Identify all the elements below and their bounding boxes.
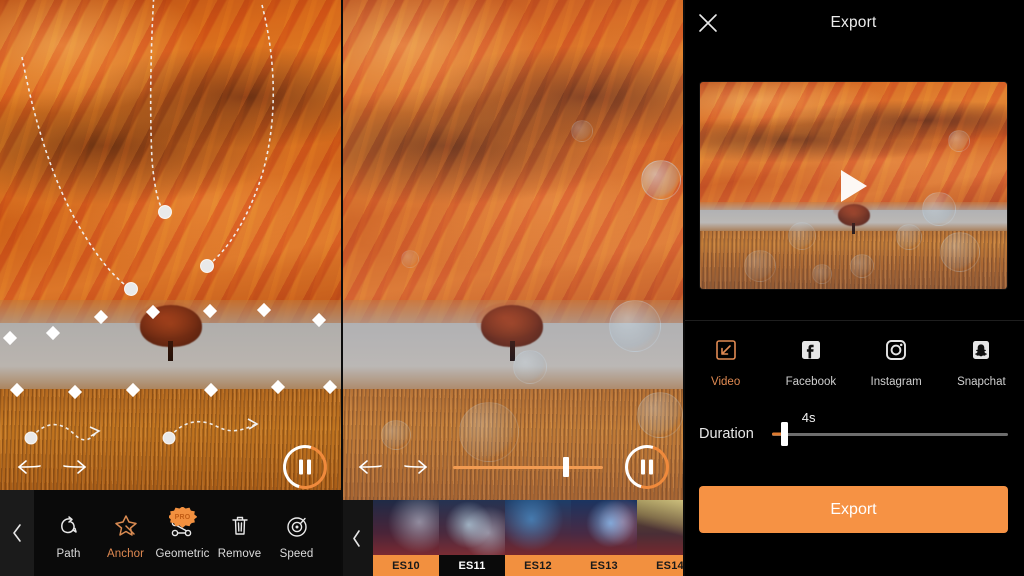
page-title: Export — [830, 14, 877, 31]
duration-track — [771, 432, 1008, 436]
export-header: Export — [683, 0, 1024, 46]
share-target-snapchat[interactable]: Snapchat — [939, 335, 1024, 388]
close-x-icon[interactable] — [695, 10, 721, 36]
panel-divider-1 — [341, 0, 343, 576]
progress-track — [453, 465, 603, 469]
tool-label: Remove — [217, 547, 262, 560]
export-button-label: Export — [830, 500, 877, 518]
tool-label: Anchor — [106, 547, 145, 560]
playback-progress-slider[interactable] — [453, 456, 603, 478]
pause-bars — [299, 459, 311, 475]
filter-items: ES10 ES11 ES12 ES13 ES14 — [373, 500, 683, 576]
motion-path-1 — [21, 56, 132, 290]
filter-label: ES10 — [373, 555, 439, 576]
undo-arrow-icon[interactable] — [355, 455, 385, 479]
filter-label: ES14 — [637, 555, 683, 576]
motion-path-3 — [206, 4, 275, 267]
tool-speed[interactable]: Speed — [268, 507, 325, 560]
filter-thumbnail — [505, 500, 571, 555]
geometric-node-icon: PRO — [168, 506, 198, 541]
toolbar-back-button[interactable] — [0, 490, 34, 576]
panel-divider-2 — [683, 0, 685, 576]
pause-icon[interactable] — [275, 437, 335, 497]
filter-item[interactable]: ES14 — [637, 500, 683, 576]
instagram-icon — [881, 335, 911, 365]
filter-item[interactable]: ES11 — [439, 500, 505, 576]
share-label: Video — [711, 376, 741, 388]
undo-arrow-icon[interactable] — [14, 455, 44, 479]
tool-geometric[interactable]: PRO Geometric — [154, 506, 211, 560]
share-label: Snapchat — [957, 376, 1006, 388]
anchor-pin-icon — [111, 511, 141, 541]
path-curve-icon — [54, 511, 84, 541]
toolbar-items: Path Anchor PRO Geometric Remove Speed — [34, 490, 341, 576]
facebook-icon — [796, 335, 826, 365]
motion-path-4-arrowhead — [89, 426, 101, 437]
tool-label: Path — [56, 547, 81, 560]
chevron-left-icon — [12, 524, 21, 542]
filter-label: ES11 — [439, 555, 505, 576]
duration-label: Duration — [699, 426, 754, 442]
pro-badge: PRO — [168, 506, 197, 529]
filter-strip-back-button[interactable] — [341, 500, 373, 576]
chevron-left-icon — [353, 529, 360, 547]
motion-path-editor-panel: Path Anchor PRO Geometric Remove Speed — [0, 0, 341, 576]
export-video-preview[interactable] — [700, 82, 1007, 289]
progress-handle[interactable] — [562, 457, 569, 477]
editor-toolbar: Path Anchor PRO Geometric Remove Speed — [0, 490, 341, 576]
filter-item[interactable]: ES13 — [571, 500, 637, 576]
filter-thumbnail — [373, 500, 439, 555]
motion-path-5-endpoint — [162, 431, 176, 445]
pause-icon[interactable] — [617, 437, 677, 497]
duration-thumb[interactable] — [781, 422, 789, 446]
share-target-video[interactable]: Video — [683, 335, 768, 388]
filter-item[interactable]: ES10 — [373, 500, 439, 576]
filter-preview-panel: ES10 ES11 ES12 ES13 ES14 — [341, 0, 683, 576]
filter-thumbnail — [571, 500, 637, 555]
filter-item[interactable]: ES12 — [505, 500, 571, 576]
motion-path-2 — [149, 0, 166, 213]
anchor-points-upper — [2, 302, 327, 346]
duration-row: Duration 4s — [683, 410, 1024, 454]
duration-value: 4s — [801, 410, 816, 425]
pro-badge-label: PRO — [174, 514, 191, 521]
share-label: Instagram — [870, 376, 922, 388]
video-export-icon — [711, 335, 741, 365]
redo-arrow-icon[interactable] — [60, 455, 90, 479]
filter-thumbnail — [637, 500, 683, 555]
share-target-instagram[interactable]: Instagram — [854, 335, 939, 388]
tool-label: Geometric — [155, 547, 210, 560]
anchor-points-lower — [9, 379, 338, 400]
filter-label: ES12 — [505, 555, 571, 576]
share-label: Facebook — [785, 376, 837, 388]
motion-path-4 — [31, 423, 99, 441]
motion-path-2-endpoint — [158, 205, 172, 219]
play-triangle-icon[interactable] — [840, 169, 867, 202]
filter-label: ES13 — [571, 555, 637, 576]
export-button[interactable]: Export — [699, 486, 1008, 533]
tool-label: Speed — [279, 547, 314, 560]
share-targets: Video Facebook Instagram Snapchat — [683, 321, 1024, 400]
motion-path-5 — [169, 421, 257, 438]
speed-dial-icon — [282, 511, 312, 541]
tool-remove[interactable]: Remove — [211, 507, 268, 560]
tool-anchor[interactable]: Anchor — [97, 507, 154, 560]
snapchat-icon — [966, 335, 996, 365]
filter-strip: ES10 ES11 ES12 ES13 ES14 — [341, 500, 683, 576]
tool-path[interactable]: Path — [40, 507, 97, 560]
motion-path-1-endpoint — [124, 282, 138, 296]
editor-playback-controls — [0, 437, 341, 497]
motion-path-3-endpoint — [200, 259, 214, 273]
pause-bars — [641, 459, 653, 475]
tool-freeze[interactable]: Fre — [325, 507, 341, 560]
trash-icon — [225, 511, 255, 541]
export-panel: Export Video Facebook Instagram Snapchat… — [683, 0, 1024, 576]
motion-path-4-endpoint — [24, 431, 38, 445]
share-target-facebook[interactable]: Facebook — [768, 335, 853, 388]
filter-thumbnail — [439, 500, 505, 555]
app-root: Path Anchor PRO Geometric Remove Speed E… — [0, 0, 1024, 576]
preview-playback-controls — [341, 437, 683, 497]
redo-arrow-icon[interactable] — [401, 455, 431, 479]
